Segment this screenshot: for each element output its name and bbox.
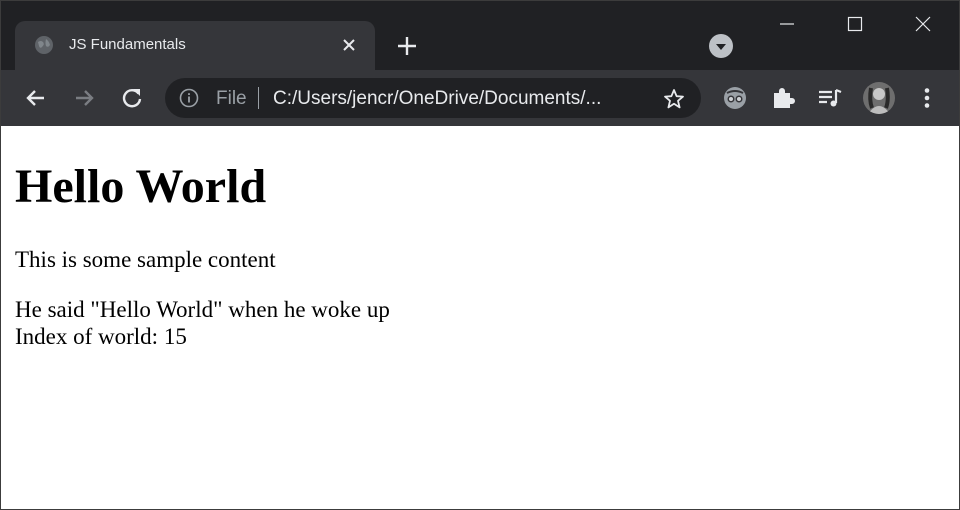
minimize-button[interactable] <box>753 1 821 47</box>
reload-icon[interactable] <box>118 84 146 112</box>
url-text[interactable]: C:/Users/jencr/OneDrive/Documents/... <box>273 88 643 110</box>
address-bar[interactable]: File C:/Users/jencr/OneDrive/Documents/.… <box>165 78 701 118</box>
new-tab-icon[interactable] <box>392 31 422 61</box>
maximize-icon <box>847 16 863 32</box>
browser-toolbar: File C:/Users/jencr/OneDrive/Documents/.… <box>1 70 959 126</box>
media-queue-icon[interactable] <box>816 84 844 112</box>
close-icon <box>915 16 931 32</box>
extensions-puzzle-icon[interactable] <box>769 84 797 112</box>
browser-window: JS Fundamentals File C:/Users/jencr/OneD… <box>0 0 960 510</box>
star-icon[interactable] <box>662 87 686 111</box>
back-arrow-icon[interactable] <box>22 84 50 112</box>
menu-dots-icon[interactable] <box>913 84 941 112</box>
tab-js-fundamentals[interactable]: JS Fundamentals <box>15 21 375 70</box>
page-content: Hello World This is some sample content … <box>1 126 959 509</box>
address-divider <box>258 87 259 109</box>
index-line: Index of world: 15 <box>15 324 187 349</box>
close-tab-icon[interactable] <box>341 37 357 53</box>
quote-line: He said "Hello World" when he woke up <box>15 297 390 322</box>
tab-search-icon[interactable] <box>708 33 734 59</box>
scheme-label: File <box>216 88 247 109</box>
tab-title: JS Fundamentals <box>69 36 186 53</box>
sample-paragraph: This is some sample content <box>15 247 276 272</box>
avatar-image <box>863 82 895 114</box>
forward-arrow-icon[interactable] <box>70 84 98 112</box>
close-window-button[interactable] <box>889 1 957 47</box>
maximize-button[interactable] <box>821 1 889 47</box>
minimize-icon <box>780 23 794 25</box>
info-icon[interactable] <box>179 88 199 108</box>
profile-avatar[interactable] <box>863 82 895 114</box>
extension-glasses-icon[interactable] <box>721 84 749 112</box>
tab-strip: JS Fundamentals <box>1 1 959 70</box>
globe-icon <box>35 36 53 54</box>
page-heading: Hello World <box>15 160 267 213</box>
